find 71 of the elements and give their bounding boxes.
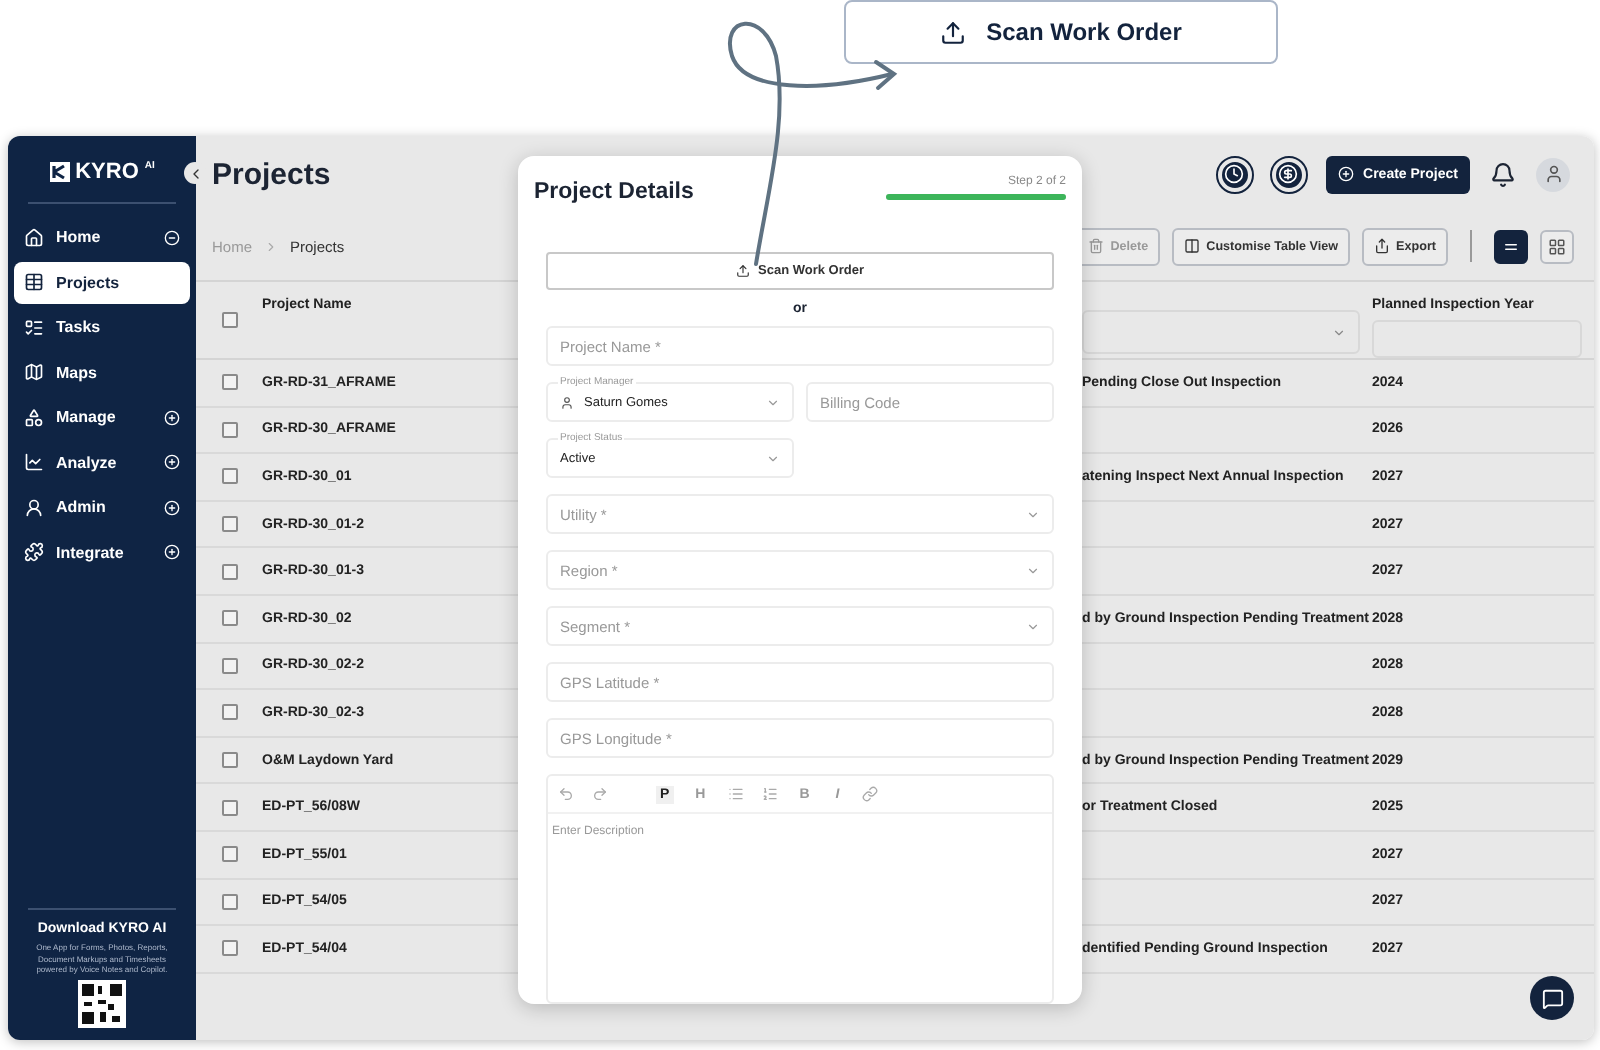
bullet-list-icon[interactable] <box>727 786 744 802</box>
row-checkbox[interactable] <box>221 421 237 438</box>
logo-icon <box>49 162 70 182</box>
chevron-down-icon <box>766 395 780 409</box>
row-checkbox[interactable] <box>221 752 237 769</box>
sidebar-item[interactable]: Projects <box>14 261 190 303</box>
user-icon <box>560 395 574 409</box>
notification-icon[interactable] <box>1490 161 1516 187</box>
manage-icon <box>24 407 44 427</box>
expand-icon[interactable] <box>164 454 180 470</box>
row-checkbox[interactable] <box>221 563 237 580</box>
user-icon <box>1543 164 1563 184</box>
chevron-down-icon <box>1026 619 1040 633</box>
grid-icon <box>1548 237 1566 255</box>
upload-icon <box>940 19 967 45</box>
row-checkbox[interactable] <box>221 610 237 627</box>
sidebar-item[interactable]: Integrate <box>14 531 190 573</box>
numbered-list-icon[interactable] <box>761 786 778 802</box>
expand-icon[interactable] <box>164 544 180 560</box>
dialog-title: Project Details <box>534 180 694 204</box>
chevron-down-icon <box>1026 507 1040 521</box>
clock-icon <box>1224 164 1245 184</box>
sidebar-item[interactable]: Home <box>14 216 190 258</box>
dollar-icon <box>1278 164 1299 184</box>
collapse-icon[interactable] <box>164 229 180 245</box>
avatar[interactable] <box>1536 157 1570 191</box>
scan-work-order-button[interactable]: Scan Work Order <box>844 0 1278 64</box>
row-checkbox[interactable] <box>221 893 237 910</box>
upload-icon <box>736 264 750 278</box>
plus-icon <box>1337 166 1354 182</box>
page-title: Projects <box>212 157 331 191</box>
chevron-down-icon <box>1332 325 1346 339</box>
home-icon <box>24 227 44 247</box>
sidebar-item[interactable]: Manage <box>14 396 190 438</box>
brand-name: KYRO <box>75 160 139 184</box>
tasks-icon <box>24 317 44 337</box>
columns-icon <box>1184 238 1201 254</box>
delete-icon <box>1088 238 1105 254</box>
grid-view-button[interactable] <box>1540 229 1574 263</box>
row-checkbox[interactable] <box>221 704 237 721</box>
integrate-icon <box>24 542 44 562</box>
sidebar-item[interactable]: Maps <box>14 351 190 393</box>
link-icon[interactable] <box>861 786 878 802</box>
expand-icon[interactable] <box>164 499 180 515</box>
row-checkbox[interactable] <box>221 374 237 391</box>
admin-icon <box>24 497 44 517</box>
dollar-button[interactable] <box>1271 157 1306 191</box>
clock-button[interactable] <box>1217 157 1252 191</box>
row-checkbox[interactable] <box>221 468 237 485</box>
select-all-checkbox[interactable] <box>221 312 237 328</box>
row-checkbox[interactable] <box>221 799 237 816</box>
maps-icon <box>24 362 44 382</box>
redo-icon[interactable] <box>592 786 608 802</box>
undo-icon[interactable] <box>558 786 574 802</box>
sidebar-item[interactable]: Analyze <box>14 441 190 483</box>
analyze-icon <box>24 452 44 472</box>
row-checkbox[interactable] <box>221 516 237 533</box>
sidebar-item[interactable]: Admin <box>14 486 190 528</box>
row-checkbox[interactable] <box>221 846 237 863</box>
chevron-icon <box>264 239 279 253</box>
chevron-down-icon <box>766 451 780 465</box>
projects-icon <box>24 272 44 292</box>
row-checkbox[interactable] <box>221 657 237 674</box>
row-checkbox[interactable] <box>221 940 237 957</box>
chevron-down-icon <box>1026 563 1040 577</box>
list-view-button[interactable] <box>1494 229 1528 263</box>
expand-icon[interactable] <box>164 409 180 425</box>
sidebar-item[interactable]: Tasks <box>14 306 190 348</box>
chat-icon <box>1541 987 1563 1009</box>
export-icon <box>1374 238 1391 254</box>
qr-code-drawing <box>78 980 126 1028</box>
